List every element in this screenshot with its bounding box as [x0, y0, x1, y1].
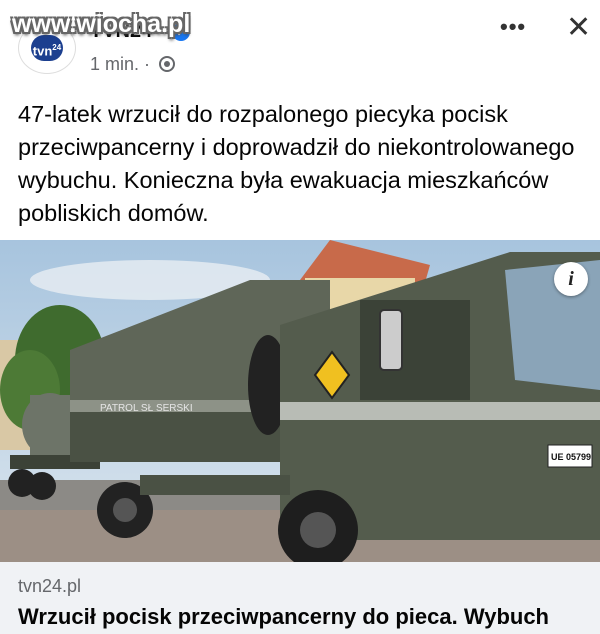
post-photo[interactable]: PATROL SŁ SERSKI UE 05799 [0, 240, 600, 562]
military-truck-photo: PATROL SŁ SERSKI UE 05799 [0, 240, 600, 562]
link-title[interactable]: Wrzucił pocisk przeciwpancerny do pieca.… [18, 604, 598, 630]
link-domain: tvn24.pl [18, 576, 82, 596]
post-meta: 1 min. · [90, 54, 176, 75]
info-icon[interactable]: i [554, 262, 588, 296]
link-preview[interactable]: tvn24.pl Wrzucił pocisk przeciwpancerny … [0, 562, 600, 634]
post-time[interactable]: 1 min. · [90, 54, 150, 74]
license-plate: UE 05799 [551, 452, 591, 462]
post-text: 47-latek wrzucił do rozpalonego piecyka … [18, 101, 575, 226]
post-header: tvn24 TVN24 ✓ www.wiocha.pl 1 min. · •••… [0, 0, 600, 88]
more-options-icon[interactable]: ••• [500, 14, 526, 40]
globe-icon [159, 56, 176, 72]
watermark: www.wiocha.pl [12, 10, 191, 38]
close-icon[interactable]: ✕ [566, 10, 591, 45]
